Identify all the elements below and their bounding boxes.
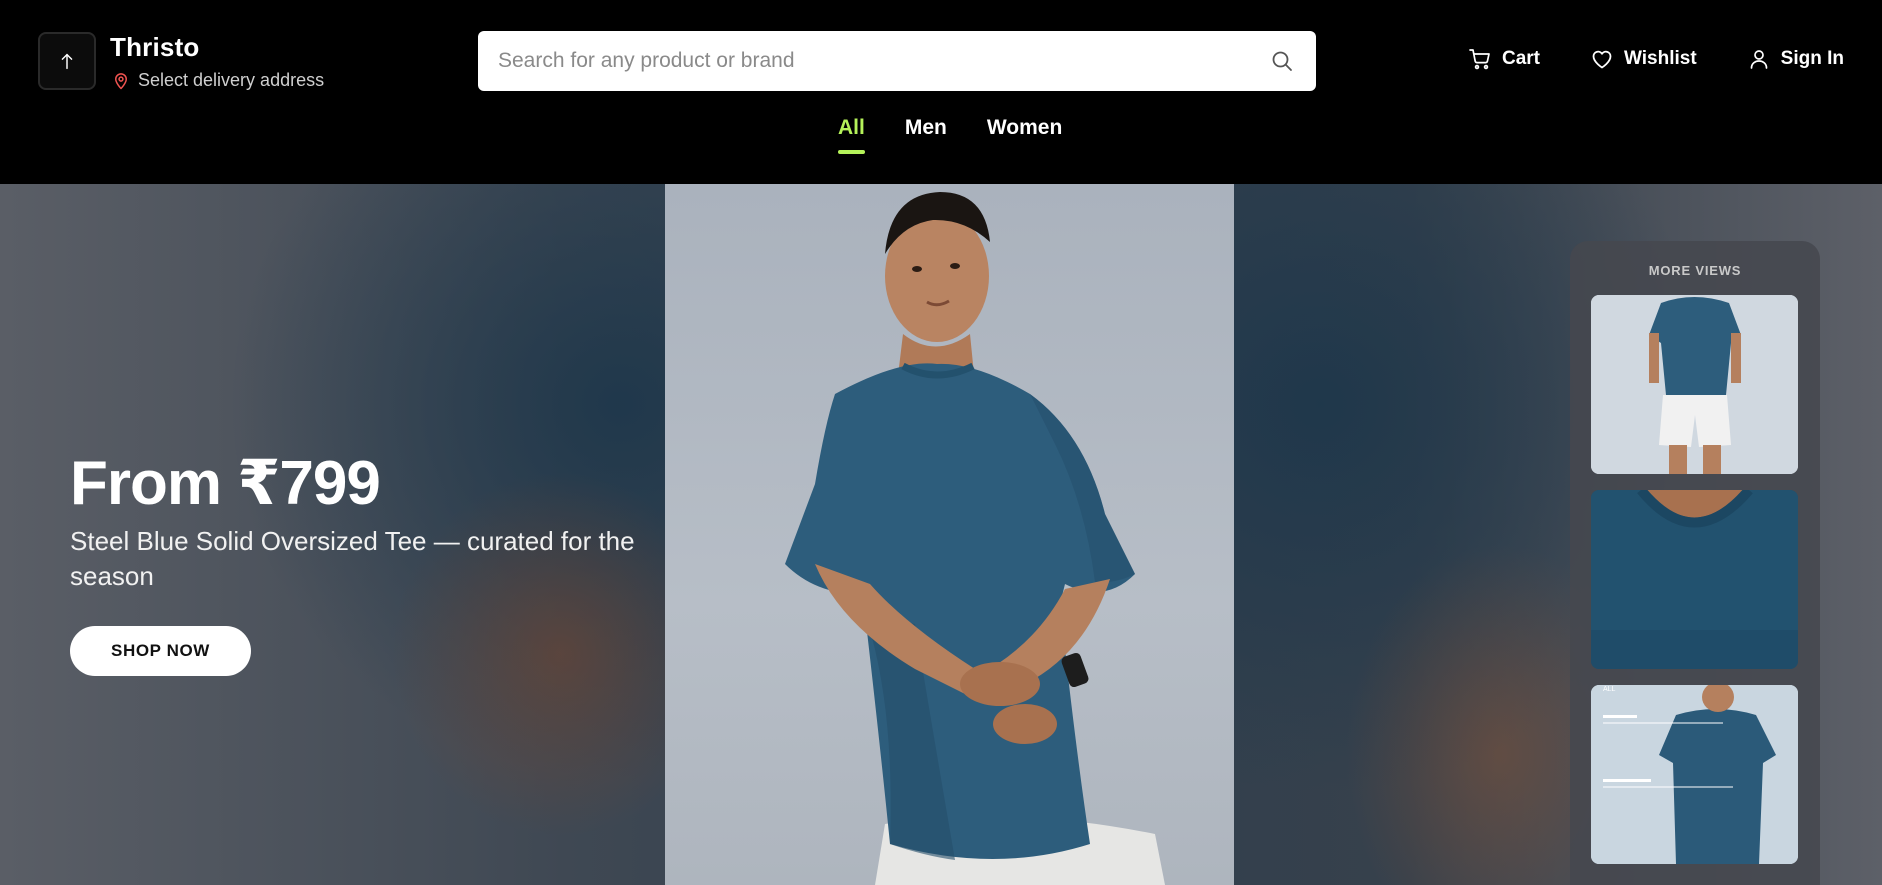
shop-now-button[interactable]: SHOP NOW <box>70 626 251 676</box>
wishlist-label: Wishlist <box>1624 48 1697 69</box>
cart-label: Cart <box>1501 48 1540 69</box>
hero-product-image[interactable] <box>665 184 1234 885</box>
size-guide-label: ALL <box>1603 686 1616 693</box>
cart-button[interactable]: Cart <box>1468 47 1540 71</box>
search-bar <box>478 31 1316 91</box>
delivery-address-selector[interactable]: Select delivery address <box>112 70 324 91</box>
size-guide-thumbnail: ALL <box>1591 685 1798 864</box>
model-front-thumbnail <box>1591 295 1798 474</box>
category-nav: All Men Women <box>838 116 1062 154</box>
hero-price-title: From ₹799 <box>70 449 381 518</box>
tab-all[interactable]: All <box>838 116 865 154</box>
map-pin-icon <box>115 72 127 89</box>
hero-banner: From ₹799 Steel Blue Solid Oversized Tee… <box>0 184 1882 885</box>
thumbnail-size-guide[interactable]: ALL <box>1591 685 1798 864</box>
upload-arrow-icon <box>61 53 73 70</box>
search-icon <box>1272 51 1292 71</box>
user-icon <box>1750 50 1768 69</box>
delivery-address-label: Select delivery address <box>138 70 325 90</box>
model-in-tee-illustration <box>785 192 1165 885</box>
thumbnail-front-view[interactable] <box>1591 295 1798 474</box>
logo[interactable] <box>38 32 96 90</box>
hero-subtitle: Steel Blue Solid Oversized Tee — curated… <box>70 526 635 591</box>
cart-icon <box>1469 49 1490 70</box>
wishlist-button[interactable]: Wishlist <box>1590 47 1697 71</box>
more-views-panel: MORE VIEWS ALL <box>1570 241 1820 885</box>
sign-in-button[interactable]: Sign In <box>1747 47 1844 71</box>
thumbnail-neck-closeup[interactable] <box>1591 490 1798 669</box>
sign-in-label: Sign In <box>1780 48 1844 69</box>
header-actions: Cart Wishlist Sign In <box>1468 47 1844 71</box>
tab-women[interactable]: Women <box>987 116 1062 154</box>
search-input[interactable] <box>498 49 1268 73</box>
heart-icon <box>1592 50 1612 69</box>
more-views-title: MORE VIEWS <box>1648 263 1742 278</box>
brand-name[interactable]: Thristo <box>110 32 200 63</box>
tab-men[interactable]: Men <box>905 116 947 154</box>
search-button[interactable] <box>1268 47 1296 75</box>
fabric-closeup-thumbnail <box>1591 490 1798 669</box>
top-header: Thristo Select delivery address Cart Wis… <box>0 0 1882 184</box>
